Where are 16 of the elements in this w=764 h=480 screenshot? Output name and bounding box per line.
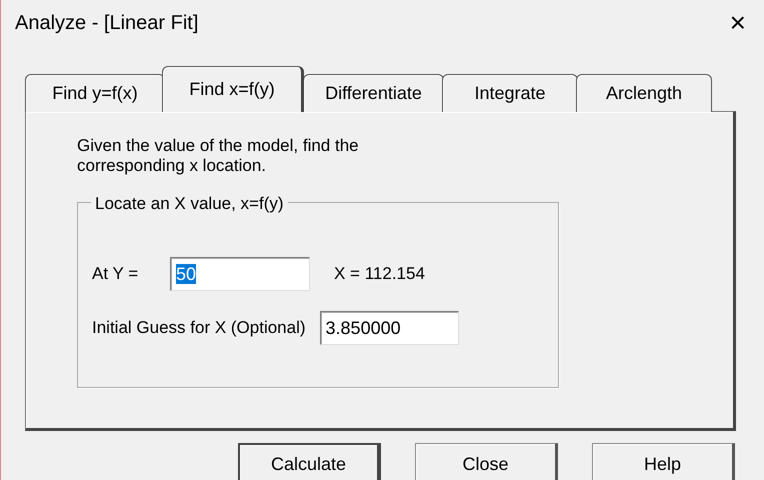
description-text: Given the value of the model, find the corresponding x location. (77, 136, 360, 176)
input-field[interactable]: 3.850000 (320, 311, 459, 346)
close-button[interactable]: × (724, 9, 752, 37)
tab[interactable]: Differentiate (303, 74, 444, 112)
tab[interactable]: Find x=f(y) (162, 66, 304, 112)
close-dialog-button[interactable]: Close (415, 443, 558, 480)
tab[interactable]: Integrate (442, 74, 578, 112)
field-label: At Y = (92, 263, 140, 286)
calculate-button[interactable]: Calculate (238, 443, 381, 480)
tab[interactable]: Arclength (576, 74, 712, 112)
tab[interactable]: Find y=f(x) (25, 74, 165, 112)
window-title: Analyze - [Linear Fit] (15, 11, 198, 36)
field-label: Initial Guess for X (Optional) (92, 317, 306, 340)
help-button[interactable]: Help (592, 443, 735, 480)
input-field[interactable]: 50 (170, 257, 310, 292)
result-text: X = 112.154 (334, 263, 425, 286)
